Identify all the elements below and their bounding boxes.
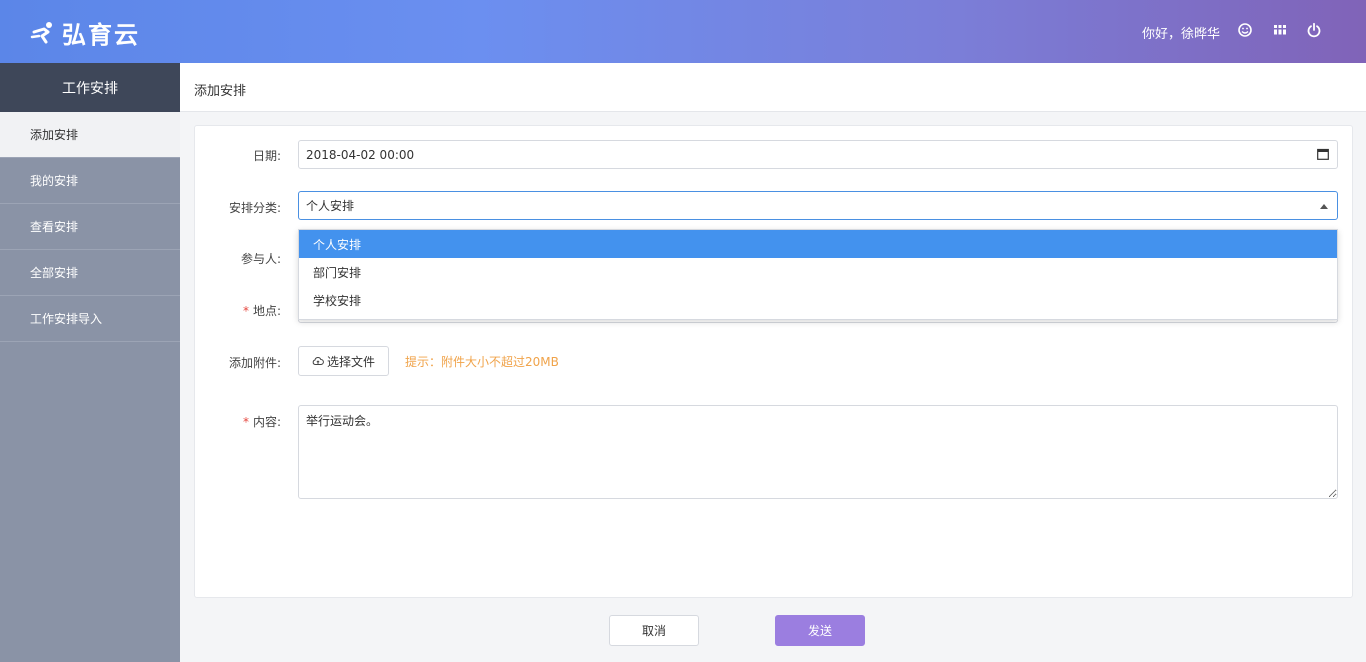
cloud-upload-icon xyxy=(312,356,324,365)
app-header: 弘育云 你好，徐晔华 xyxy=(0,0,1366,63)
send-button[interactable]: 发送 xyxy=(775,615,865,646)
power-icon[interactable] xyxy=(1306,22,1322,38)
category-option-personal[interactable]: 个人安排 xyxy=(299,230,1337,258)
sidebar-item-add-schedule[interactable]: 添加安排 xyxy=(0,112,180,158)
user-greeting: 你好，徐晔华 xyxy=(1142,27,1221,42)
sidebar-item-view-schedule[interactable]: 查看安排 xyxy=(0,204,180,250)
attachment-size-hint: 提示：附件大小不超过20MB xyxy=(405,355,559,369)
apps-grid-icon[interactable] xyxy=(1272,22,1288,38)
app-logo: 弘育云 xyxy=(30,18,140,49)
content-textarea[interactable]: 举行运动会。 xyxy=(298,405,1338,499)
logo-text: 弘育云 xyxy=(62,20,140,49)
cancel-button[interactable]: 取消 xyxy=(609,615,699,646)
caret-up-icon xyxy=(1320,204,1328,209)
sidebar-item-import-schedule[interactable]: 工作安排导入 xyxy=(0,296,180,342)
sidebar-item-my-schedule[interactable]: 我的安排 xyxy=(0,158,180,204)
form-panel: 日期: 2018-04-02 00:00 安排分类: 个人安排 个人安排 部门安… xyxy=(194,125,1353,598)
category-value: 个人安排 xyxy=(306,199,355,213)
required-mark: * xyxy=(242,304,249,318)
content-label: * 内容: xyxy=(195,413,281,430)
choose-file-button[interactable]: 选择文件 xyxy=(298,346,389,376)
choose-file-label: 选择文件 xyxy=(326,354,375,369)
category-select[interactable]: 个人安排 xyxy=(298,191,1338,220)
participants-label: 参与人: xyxy=(240,252,281,266)
sidebar-title: 工作安排 xyxy=(0,63,180,112)
location-label-text: 地点: xyxy=(252,304,281,318)
smiley-icon[interactable] xyxy=(1237,22,1253,38)
page-title: 添加安排 xyxy=(194,84,247,99)
content-label-text: 内容: xyxy=(252,415,281,429)
category-option-school[interactable]: 学校安排 xyxy=(299,286,1337,314)
attachment-label: 添加附件: xyxy=(228,356,281,370)
category-dropdown: 个人安排 部门安排 学校安排 xyxy=(298,229,1338,320)
content-topbar: 添加安排 xyxy=(180,63,1366,112)
calendar-icon[interactable] xyxy=(1317,148,1329,160)
sidebar: 工作安排 添加安排 我的安排 查看安排 全部安排 工作安排导入 xyxy=(0,63,180,662)
date-input[interactable]: 2018-04-02 00:00 xyxy=(298,140,1338,169)
date-label: 日期: xyxy=(252,149,281,163)
date-value: 2018-04-02 00:00 xyxy=(306,147,415,162)
location-label: * 地点: xyxy=(195,302,281,319)
sidebar-item-all-schedule[interactable]: 全部安排 xyxy=(0,250,180,296)
logo-runner-icon xyxy=(30,22,52,44)
category-option-department[interactable]: 部门安排 xyxy=(299,258,1337,286)
required-mark: * xyxy=(242,415,249,429)
category-label: 安排分类: xyxy=(228,201,281,215)
